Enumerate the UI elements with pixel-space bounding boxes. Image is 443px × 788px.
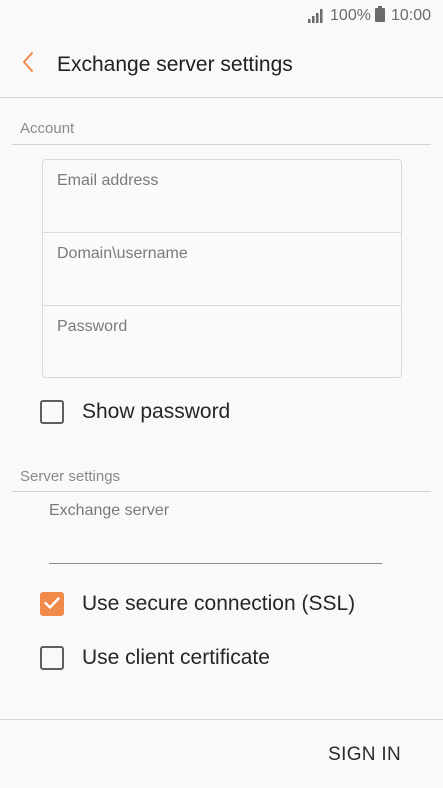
app-bar: Exchange server settings — [0, 32, 443, 98]
password-field[interactable]: Password — [43, 306, 401, 379]
exchange-server-placeholder: Exchange server — [49, 502, 170, 519]
clock: 10:00 — [390, 7, 431, 24]
sign-in-button[interactable]: SIGN IN — [328, 744, 401, 766]
account-fields: Email address Domain\username Password — [42, 159, 402, 378]
page-title: Exchange server settings — [57, 52, 293, 76]
section-divider — [12, 144, 431, 145]
signal-icon — [308, 9, 324, 23]
battery-icon — [374, 5, 385, 27]
status-bar: 100% 10:00 — [0, 0, 443, 32]
show-password-row[interactable]: Show password — [40, 400, 230, 424]
client-certificate-label: Use client certificate — [82, 646, 270, 669]
battery-percent: 100% — [330, 7, 371, 24]
email-field[interactable]: Email address — [43, 160, 401, 233]
show-password-checkbox[interactable] — [40, 400, 64, 424]
checkmark-icon — [44, 592, 60, 616]
domain-username-field[interactable]: Domain\username — [43, 233, 401, 306]
show-password-label: Show password — [82, 400, 231, 423]
chevron-left-icon — [22, 52, 34, 77]
client-certificate-row[interactable]: Use client certificate — [40, 646, 270, 670]
back-button[interactable] — [0, 32, 56, 98]
domain-username-placeholder: Domain\username — [57, 245, 188, 262]
section-label-server: Server settings — [20, 468, 121, 485]
ssl-row[interactable]: Use secure connection (SSL) — [40, 592, 355, 616]
email-placeholder: Email address — [57, 172, 159, 189]
bottom-bar: SIGN IN — [0, 719, 443, 788]
ssl-label: Use secure connection (SSL) — [82, 592, 356, 615]
section-label-account: Account — [20, 120, 75, 137]
section-divider — [12, 491, 431, 492]
password-placeholder: Password — [57, 318, 128, 335]
ssl-checkbox[interactable] — [40, 592, 64, 616]
client-certificate-checkbox[interactable] — [40, 646, 64, 670]
exchange-server-field[interactable]: Exchange server — [49, 502, 382, 564]
